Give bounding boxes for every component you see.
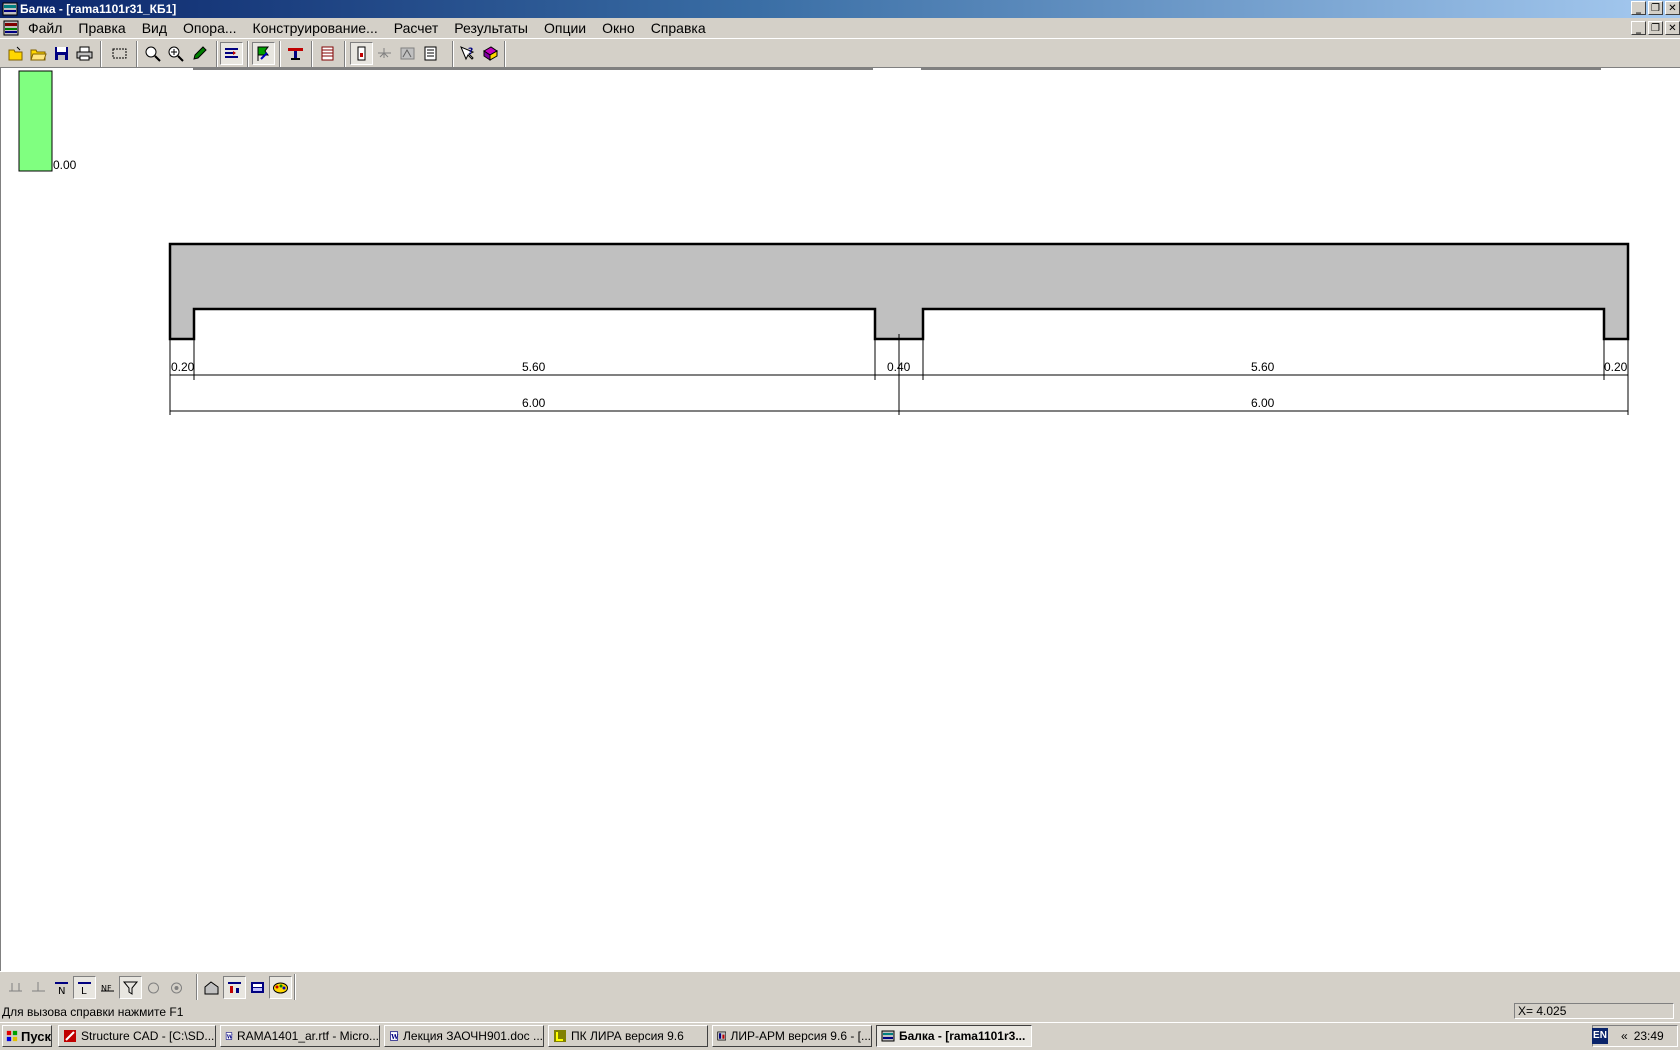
table-icon[interactable] (316, 42, 339, 65)
clock[interactable]: 23:49 (1634, 1029, 1664, 1043)
dim-label-total-right: 6.00 (1251, 396, 1275, 410)
dim-label-support-left: 0.20 (171, 360, 195, 374)
task-balka[interactable]: Балка - [rama1101r3... (876, 1025, 1032, 1047)
doc-restore-button[interactable]: ❐ (1648, 21, 1663, 35)
menu-support[interactable]: Опора... (175, 18, 245, 38)
task-label: ЛИР-АРМ версия 9.6 - [... (730, 1029, 871, 1043)
menu-file[interactable]: Файл (20, 18, 70, 38)
taskbar: Пуск Structure CAD - [C:\SD... W RAMA140… (0, 1022, 1680, 1050)
svg-text:?: ? (468, 47, 473, 57)
minimize-button[interactable]: _ (1631, 1, 1646, 15)
moment-l-icon[interactable]: L (73, 976, 96, 999)
start-button[interactable]: Пуск (2, 1025, 52, 1047)
svg-text:L: L (81, 986, 87, 996)
dim-label-support-right: 0.20 (1604, 360, 1628, 374)
open-folder-icon[interactable] (27, 42, 50, 65)
diagram-icon[interactable] (396, 42, 419, 65)
svg-text:NF: NF (101, 984, 112, 993)
force-n-icon[interactable]: N (50, 976, 73, 999)
section-icon[interactable] (284, 42, 307, 65)
task-structure-cad[interactable]: Structure CAD - [C:\SD... (58, 1025, 216, 1047)
windows-logo-icon (6, 1030, 18, 1042)
load-n-icon[interactable] (4, 976, 27, 999)
dim-label-span-left: 5.60 (522, 360, 546, 374)
beam-shape (168, 242, 1630, 341)
restore-button[interactable]: ❐ (1648, 1, 1663, 15)
force-nr-icon[interactable]: NF (96, 976, 119, 999)
doc-minimize-button[interactable]: _ (1631, 21, 1646, 35)
property-icon[interactable] (350, 42, 373, 65)
lir-arm-icon (717, 1031, 727, 1041)
task-lira[interactable]: ПК ЛИРА версия 9.6 (548, 1025, 708, 1047)
task-label: Балка - [rama1101r3... (899, 1029, 1026, 1043)
filter-icon[interactable] (119, 976, 142, 999)
title-bar[interactable]: Балка - [rama1101r31_КБ1] _ ❐ ✕ (0, 0, 1680, 18)
word-doc-icon: W (226, 1032, 233, 1040)
window-title: Балка - [rama1101r31_КБ1] (20, 2, 177, 16)
scheme-icon[interactable] (373, 42, 396, 65)
task-lir-arm[interactable]: ЛИР-АРМ версия 9.6 - [... (712, 1025, 872, 1047)
status-bar: Для вызова справки нажмите F1 X= 4.025 (0, 1002, 1680, 1022)
save-icon[interactable] (50, 42, 73, 65)
circle-icon[interactable] (142, 976, 165, 999)
menu-calculation[interactable]: Расчет (386, 18, 447, 38)
zoom-fit-icon[interactable] (164, 42, 187, 65)
menu-options[interactable]: Опции (536, 18, 594, 38)
load-p-icon[interactable] (27, 976, 50, 999)
dim-label-support-middle: 0.40 (887, 360, 911, 374)
context-help-icon[interactable]: ? (456, 42, 479, 65)
app-icon (2, 2, 18, 16)
close-button[interactable]: ✕ (1665, 1, 1680, 15)
flag-icon[interactable] (252, 42, 275, 65)
task-label: Лекция ЗАОЧН901.doc ... (403, 1029, 543, 1043)
svg-text:W: W (390, 1033, 399, 1041)
legend-bar (18, 70, 53, 172)
structure-cad-icon (64, 1030, 76, 1042)
menu-help[interactable]: Справка (643, 18, 714, 38)
task-label: ПК ЛИРА версия 9.6 (571, 1029, 684, 1043)
svg-text:W: W (226, 1034, 233, 1040)
status-hint: Для вызова справки нажмите F1 (2, 1005, 184, 1019)
document-icon[interactable] (3, 20, 19, 36)
task-label: Structure CAD - [C:\SD... (81, 1029, 215, 1043)
beam-drawing: 0.00 0.20 5.60 0.40 5.60 0.20 6.00 6.00 (18, 68, 1630, 415)
print-icon[interactable] (73, 42, 96, 65)
legend-value: 0.00 (53, 158, 77, 172)
tray-expand-button[interactable]: « (1621, 1029, 1628, 1043)
circle2-icon[interactable] (165, 976, 188, 999)
new-file-icon[interactable] (4, 42, 27, 65)
language-indicator[interactable]: EN (1592, 1028, 1608, 1044)
main-toolbar: ? (0, 38, 1680, 68)
task-label: RAMA1401_ar.rtf - Micro... (236, 1029, 379, 1043)
palette-icon[interactable] (269, 976, 292, 999)
drawing-canvas[interactable]: 0.00 0.20 5.60 0.40 5.60 0.20 6.00 6.00 (0, 68, 1680, 971)
start-label: Пуск (21, 1028, 51, 1044)
report-icon[interactable] (419, 42, 442, 65)
building-icon[interactable] (200, 976, 223, 999)
task-word-rama[interactable]: W RAMA1401_ar.rtf - Micro... (220, 1025, 380, 1047)
task-word-lecture[interactable]: W Лекция ЗАОЧН901.doc ... (384, 1025, 544, 1047)
table-chart-icon[interactable] (246, 976, 269, 999)
dim-label-total-left: 6.00 (522, 396, 546, 410)
bottom-toolbar: N L NF (0, 971, 1680, 1003)
menu-bar: Файл Правка Вид Опора... Конструирование… (0, 18, 1680, 38)
menu-results[interactable]: Результаты (446, 18, 536, 38)
pencil-icon[interactable] (187, 42, 210, 65)
help-book-icon[interactable] (479, 42, 502, 65)
menu-window[interactable]: Окно (594, 18, 643, 38)
dim-label-span-right: 5.60 (1251, 360, 1275, 374)
word-doc-icon: W (390, 1031, 399, 1041)
doc-close-button[interactable]: ✕ (1665, 21, 1680, 35)
supports-icon[interactable] (220, 42, 243, 65)
bar-chart-icon[interactable] (223, 976, 246, 999)
menu-view[interactable]: Вид (134, 18, 175, 38)
menu-design[interactable]: Конструирование... (245, 18, 386, 38)
zoom-icon[interactable] (141, 42, 164, 65)
menu-edit[interactable]: Правка (70, 18, 133, 38)
lira-icon (554, 1030, 566, 1042)
balka-icon (881, 1030, 895, 1042)
svg-text:N: N (58, 986, 65, 996)
select-rect-icon[interactable] (108, 42, 131, 65)
coordinate-readout: X= 4.025 (1514, 1003, 1674, 1019)
